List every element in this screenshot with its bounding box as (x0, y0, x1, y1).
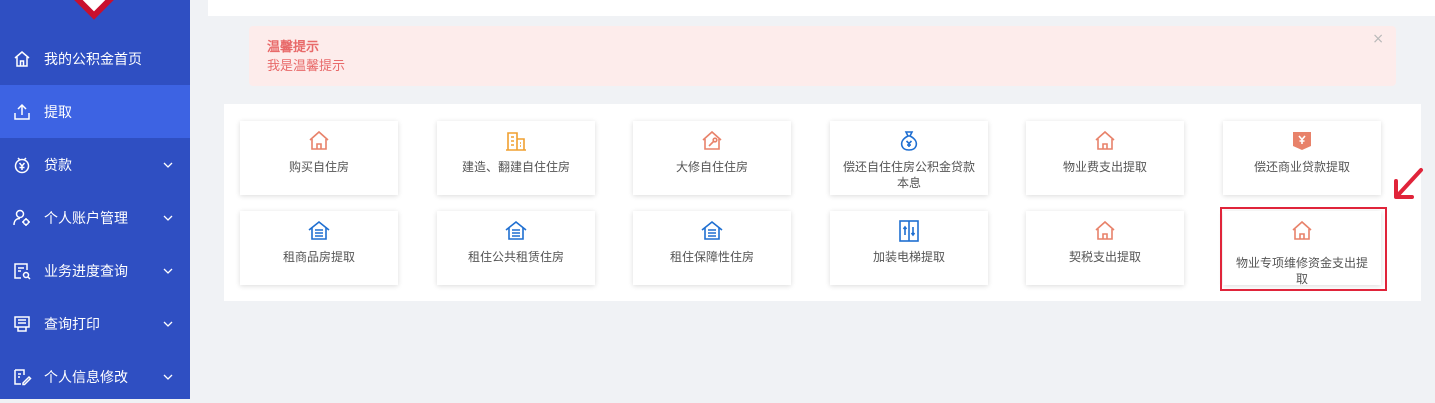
top-bar (208, 0, 1435, 16)
card-label: 租住公共租赁住房 (467, 250, 564, 264)
sidebar-item-label: 我的公积金首页 (44, 51, 142, 68)
edit-profile-icon (12, 367, 32, 387)
house-icon (307, 129, 331, 153)
house-repair-icon (700, 129, 724, 153)
card-rent-public-housing[interactable]: 租住公共租赁住房 (437, 211, 595, 285)
sidebar-item-profile[interactable]: 个人信息修改 (0, 350, 190, 403)
card-label: 契税支出提取 (1068, 250, 1141, 264)
logo-icon (74, 0, 114, 20)
card-repay-fund-loan[interactable]: 偿还自住住房公积金贷款本息 (830, 121, 988, 195)
annotation-arrow-icon (1394, 168, 1423, 199)
rental-house-icon (504, 219, 528, 243)
notice-alert: 温馨提示 我是温馨提示 × (249, 26, 1396, 86)
card-rent-commercial-house[interactable]: 租商品房提取 (240, 211, 398, 285)
rental-house-icon (700, 219, 724, 243)
house-icon (1093, 219, 1117, 243)
sidebar-item-progress[interactable]: 业务进度查询 (0, 244, 190, 297)
card-build-house[interactable]: 建造、翻建自住住房 (437, 121, 595, 195)
sidebar-item-print[interactable]: 查询打印 (0, 297, 190, 350)
rental-house-icon (307, 219, 331, 243)
document-search-icon (12, 261, 32, 281)
chevron-down-icon (163, 162, 173, 168)
upload-icon (12, 102, 32, 122)
sidebar-item-label: 查询打印 (44, 316, 100, 333)
card-label: 偿还商业贷款提取 (1253, 160, 1350, 174)
sidebar-item-account[interactable]: 个人账户管理 (0, 191, 190, 244)
card-deed-tax[interactable]: 契税支出提取 (1026, 211, 1184, 285)
card-property-fee[interactable]: 物业费支出提取 (1026, 121, 1184, 195)
chevron-down-icon (163, 215, 173, 221)
sidebar: 我的公积金首页 提取 贷款 个人账户管理 业务进度查询 查询打印 个人信息修改 (0, 0, 190, 399)
sidebar-item-label: 个人信息修改 (44, 369, 128, 386)
close-icon[interactable]: × (1372, 31, 1384, 47)
notice-body: 我是温馨提示 (267, 59, 346, 74)
yuan-bill-icon (1290, 129, 1314, 153)
chevron-down-icon (163, 374, 173, 380)
notice-title: 温馨提示 (267, 40, 320, 55)
elevator-icon (897, 219, 921, 243)
card-buy-house[interactable]: 购买自住房 (240, 121, 398, 195)
card-label: 建造、翻建自住住房 (461, 160, 570, 174)
card-label: 偿还自住住房公积金贷款本息 (842, 160, 975, 190)
print-document-icon (12, 314, 32, 334)
sidebar-item-label: 业务进度查询 (44, 263, 128, 280)
card-install-elevator[interactable]: 加装电梯提取 (830, 211, 988, 285)
building-icon (504, 129, 528, 153)
highlight-box (1220, 207, 1387, 291)
money-bag-icon (897, 129, 921, 153)
sidebar-item-home[interactable]: 我的公积金首页 (0, 32, 190, 85)
card-label: 租商品房提取 (282, 250, 355, 264)
sidebar-item-label: 贷款 (44, 157, 72, 174)
card-label: 加装电梯提取 (872, 250, 945, 264)
sidebar-item-label: 提取 (44, 104, 72, 121)
user-gear-icon (12, 208, 32, 228)
home-icon (12, 49, 32, 69)
card-repair-house[interactable]: 大修自住住房 (633, 121, 791, 195)
house-icon (1093, 129, 1117, 153)
card-label: 物业费支出提取 (1062, 160, 1147, 174)
card-rent-affordable-housing[interactable]: 租住保障性住房 (633, 211, 791, 285)
sidebar-item-loans[interactable]: 贷款 (0, 138, 190, 191)
chevron-down-icon (163, 268, 173, 274)
card-label: 租住保障性住房 (669, 250, 754, 264)
yuan-coin-icon (12, 155, 32, 175)
card-label: 大修自住住房 (675, 160, 748, 174)
sidebar-item-label: 个人账户管理 (44, 210, 128, 227)
sidebar-item-withdraw[interactable]: 提取 (0, 85, 190, 138)
card-label: 购买自住房 (288, 160, 349, 174)
chevron-down-icon (163, 321, 173, 327)
card-repay-commercial-loan[interactable]: 偿还商业贷款提取 (1223, 121, 1381, 195)
